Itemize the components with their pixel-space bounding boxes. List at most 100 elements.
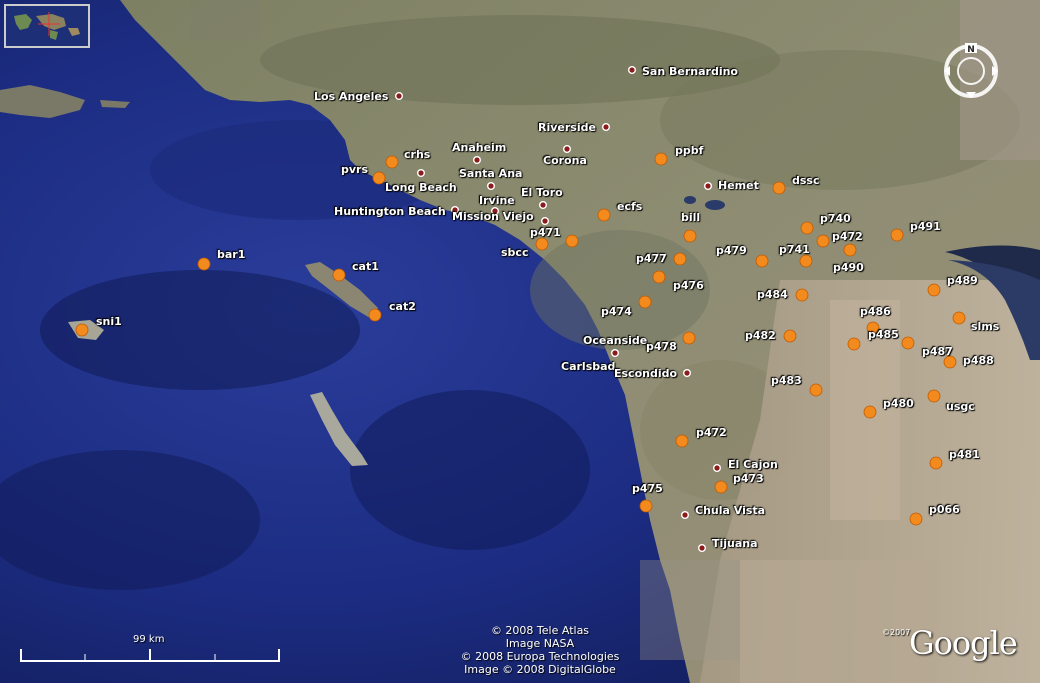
station-label[interactable]: p481 bbox=[949, 449, 980, 461]
station-label[interactable]: p066 bbox=[929, 504, 960, 516]
city-label[interactable]: El Cajon bbox=[728, 459, 778, 471]
city-label[interactable]: Riverside bbox=[538, 122, 596, 134]
station-label[interactable]: p486 bbox=[860, 306, 891, 318]
station-marker[interactable] bbox=[714, 480, 728, 494]
station-marker[interactable] bbox=[799, 254, 813, 268]
station-label[interactable]: p487 bbox=[922, 346, 953, 358]
station-marker[interactable] bbox=[682, 331, 696, 345]
station-label[interactable]: crhs bbox=[404, 149, 430, 161]
station-label[interactable]: p489 bbox=[947, 275, 978, 287]
city-label[interactable]: Santa Ana bbox=[459, 168, 522, 180]
station-marker[interactable] bbox=[652, 270, 666, 284]
station-marker[interactable] bbox=[197, 257, 211, 271]
city-marker-dot bbox=[699, 545, 705, 551]
station-marker[interactable] bbox=[795, 288, 809, 302]
station-label[interactable]: cat1 bbox=[352, 261, 379, 273]
station-marker[interactable] bbox=[675, 434, 689, 448]
scale-label: 99 km bbox=[133, 634, 165, 645]
station-marker[interactable] bbox=[816, 234, 830, 248]
station-label[interactable]: ecfs bbox=[617, 201, 642, 213]
station-label[interactable]: sbcc bbox=[501, 247, 528, 259]
station-marker[interactable] bbox=[927, 389, 941, 403]
city-label[interactable]: Anaheim bbox=[452, 142, 506, 154]
station-marker[interactable] bbox=[800, 221, 814, 235]
city-label[interactable]: Carlsbad bbox=[561, 361, 615, 373]
scale-bar bbox=[20, 648, 280, 662]
station-marker[interactable] bbox=[372, 171, 386, 185]
station-label[interactable]: usgc bbox=[946, 401, 975, 413]
station-label[interactable]: cat2 bbox=[389, 301, 416, 313]
city-label[interactable]: Corona bbox=[543, 155, 587, 167]
station-marker[interactable] bbox=[368, 308, 382, 322]
station-label[interactable]: p472 bbox=[696, 427, 727, 439]
city-label[interactable]: Tijuana bbox=[712, 538, 758, 550]
station-label[interactable]: pvrs bbox=[341, 164, 368, 176]
station-label[interactable]: p473 bbox=[733, 473, 764, 485]
station-marker[interactable] bbox=[638, 295, 652, 309]
city-label[interactable]: Oceanside bbox=[583, 335, 647, 347]
station-marker[interactable] bbox=[901, 336, 915, 350]
station-label[interactable]: p475 bbox=[632, 483, 663, 495]
station-label[interactable]: p477 bbox=[636, 253, 667, 265]
station-label[interactable]: p476 bbox=[673, 280, 704, 292]
station-label[interactable]: p490 bbox=[833, 262, 864, 274]
city-label[interactable]: Hemet bbox=[718, 180, 759, 192]
station-label[interactable]: p491 bbox=[910, 221, 941, 233]
station-label[interactable]: p471 bbox=[530, 227, 561, 239]
city-marker-dot bbox=[564, 146, 570, 152]
station-marker[interactable] bbox=[683, 229, 697, 243]
city-label[interactable]: Escondido bbox=[614, 368, 677, 380]
station-marker[interactable] bbox=[639, 499, 653, 513]
station-label[interactable]: p482 bbox=[745, 330, 776, 342]
city-label[interactable]: Long Beach bbox=[385, 182, 457, 194]
station-marker[interactable] bbox=[927, 283, 941, 297]
station-marker[interactable] bbox=[597, 208, 611, 222]
station-label[interactable]: ppbf bbox=[675, 145, 703, 157]
station-label[interactable]: p474 bbox=[601, 306, 632, 318]
city-label[interactable]: Huntington Beach bbox=[334, 206, 446, 218]
station-label[interactable]: sni1 bbox=[96, 316, 122, 328]
station-label[interactable]: p472 bbox=[832, 231, 863, 243]
city-label[interactable]: Irvine bbox=[479, 195, 515, 207]
station-label[interactable]: p478 bbox=[646, 341, 677, 353]
station-label[interactable]: bar1 bbox=[217, 249, 245, 261]
station-marker[interactable] bbox=[75, 323, 89, 337]
station-marker[interactable] bbox=[654, 152, 668, 166]
station-marker[interactable] bbox=[843, 243, 857, 257]
station-marker[interactable] bbox=[385, 155, 399, 169]
station-label[interactable]: bill bbox=[681, 212, 700, 224]
station-marker[interactable] bbox=[332, 268, 346, 282]
station-label[interactable]: p479 bbox=[716, 245, 747, 257]
city-label[interactable]: San Bernardino bbox=[642, 66, 738, 78]
station-marker[interactable] bbox=[929, 456, 943, 470]
station-label[interactable]: p480 bbox=[883, 398, 914, 410]
station-label[interactable]: p740 bbox=[820, 213, 851, 225]
city-label[interactable]: El Toro bbox=[521, 187, 563, 199]
copyright-line: © 2008 Tele Atlas bbox=[490, 624, 590, 637]
city-marker-dot bbox=[488, 183, 494, 189]
station-marker[interactable] bbox=[809, 383, 823, 397]
map-view[interactable]: N San Bernardino Los Angeles Riverside Anah… bbox=[0, 0, 1040, 683]
city-label[interactable]: Chula Vista bbox=[695, 505, 765, 517]
station-label[interactable]: dssc bbox=[792, 175, 820, 187]
station-marker[interactable] bbox=[952, 311, 966, 325]
city-marker-dot bbox=[418, 170, 424, 176]
city-label[interactable]: Los Angeles bbox=[314, 91, 388, 103]
station-marker[interactable] bbox=[673, 252, 687, 266]
station-marker[interactable] bbox=[755, 254, 769, 268]
station-label[interactable]: p488 bbox=[963, 355, 994, 367]
station-label[interactable]: p484 bbox=[757, 289, 788, 301]
station-label[interactable]: p485 bbox=[868, 329, 899, 341]
station-marker[interactable] bbox=[783, 329, 797, 343]
station-marker[interactable] bbox=[565, 234, 579, 248]
station-marker[interactable] bbox=[863, 405, 877, 419]
station-label[interactable]: p483 bbox=[771, 375, 802, 387]
station-marker[interactable] bbox=[772, 181, 786, 195]
city-label[interactable]: Mission Viejo bbox=[452, 211, 534, 223]
station-marker[interactable] bbox=[890, 228, 904, 242]
station-label[interactable]: slms bbox=[971, 321, 999, 333]
station-marker[interactable] bbox=[847, 337, 861, 351]
station-marker[interactable] bbox=[909, 512, 923, 526]
station-label[interactable]: p741 bbox=[779, 244, 810, 256]
station-marker[interactable] bbox=[535, 237, 549, 251]
